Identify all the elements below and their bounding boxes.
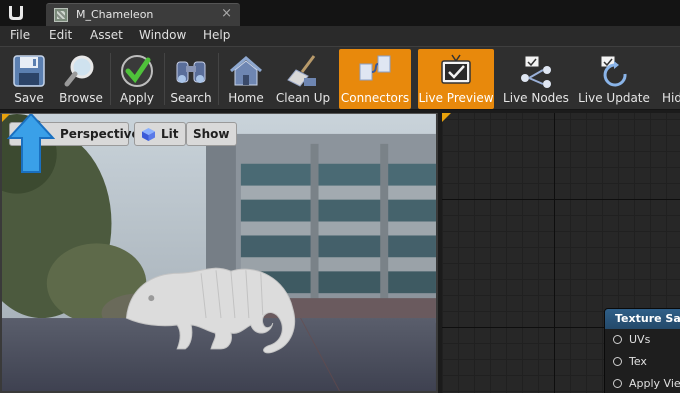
connectors-button[interactable]: Connectors <box>339 49 411 109</box>
pin-apply-view-icon[interactable] <box>613 379 622 388</box>
live-update-button[interactable]: Live Update <box>578 49 650 109</box>
material-graph[interactable]: Texture Samp UVs Tex Apply View <box>442 113 680 393</box>
browse-label: Browse <box>59 91 103 105</box>
viewport-scene <box>2 114 436 391</box>
floppy-disk-icon <box>13 55 45 87</box>
menu-asset[interactable]: Asset <box>90 28 123 42</box>
browse-button[interactable]: Browse <box>56 49 106 109</box>
apply-label: Apply <box>120 91 154 105</box>
title-bar: M_Chameleon × <box>0 0 680 26</box>
apply-button[interactable]: Apply <box>114 49 160 109</box>
broom-icon <box>287 55 316 87</box>
menu-help[interactable]: Help <box>203 28 230 42</box>
pin-tex[interactable]: Tex <box>605 351 680 373</box>
magnifier-icon <box>64 55 94 87</box>
pin-uvs-label: UVs <box>629 333 651 346</box>
live-nodes-label: Live Nodes <box>503 91 569 105</box>
save-label: Save <box>14 91 44 105</box>
menu-bar: File Edit Asset Window Help <box>0 26 680 46</box>
binoculars-icon <box>176 61 206 83</box>
tab-close-icon[interactable]: × <box>221 6 232 21</box>
menu-file[interactable]: File <box>10 28 30 42</box>
live-nodes-icon <box>521 55 551 88</box>
texture-sample-node[interactable]: Texture Samp UVs Tex Apply View <box>604 308 680 393</box>
lit-dropdown[interactable]: Lit <box>134 122 186 146</box>
connectors-icon <box>359 55 391 81</box>
clean-up-button[interactable]: Clean Up <box>274 49 332 109</box>
pin-tex-label: Tex <box>629 355 647 368</box>
live-preview-label: Live Preview <box>418 91 494 105</box>
search-label: Search <box>170 91 212 105</box>
lit-label: Lit <box>161 127 179 141</box>
pin-tex-icon[interactable] <box>613 357 622 366</box>
material-asset-icon <box>54 8 68 22</box>
menu-window[interactable]: Window <box>139 28 186 42</box>
checkmark-icon <box>121 55 153 87</box>
graph-corner-mark <box>442 113 451 122</box>
save-button[interactable]: Save <box>6 49 52 109</box>
hide-label: Hid <box>662 91 680 105</box>
house-icon <box>230 56 262 86</box>
live-preview-button[interactable]: Live Preview <box>418 49 494 109</box>
preview-viewport[interactable]: Perspective Lit Show <box>0 113 438 393</box>
toolbar: Save Browse Apply Search Home Clean Up C… <box>0 46 680 110</box>
search-button[interactable]: Search <box>168 49 214 109</box>
hide-button[interactable]: Hid <box>658 49 680 109</box>
clean-up-label: Clean Up <box>275 91 331 105</box>
pin-uvs-icon[interactable] <box>613 335 622 344</box>
home-button[interactable]: Home <box>224 49 268 109</box>
pin-uvs[interactable]: UVs <box>605 329 680 351</box>
connectors-label: Connectors <box>340 91 410 105</box>
node-title: Texture Samp <box>605 309 680 329</box>
pin-apply-view[interactable]: Apply View <box>605 373 680 393</box>
live-update-label: Live Update <box>578 91 650 105</box>
unreal-logo-icon[interactable] <box>6 3 26 23</box>
perspective-label: Perspective <box>60 127 140 141</box>
pin-apply-view-label: Apply View <box>629 377 680 390</box>
live-nodes-button[interactable]: Live Nodes <box>502 49 570 109</box>
home-label: Home <box>228 91 264 105</box>
lit-cube-icon <box>142 128 155 141</box>
asset-tab[interactable]: M_Chameleon × <box>46 3 240 26</box>
live-update-icon <box>600 55 627 87</box>
tab-title: M_Chameleon <box>76 8 154 21</box>
tv-icon <box>441 54 471 84</box>
menu-edit[interactable]: Edit <box>49 28 72 42</box>
up-arrow-indicator-icon <box>7 114 55 173</box>
show-label: Show <box>193 127 230 141</box>
show-dropdown[interactable]: Show <box>186 122 237 146</box>
